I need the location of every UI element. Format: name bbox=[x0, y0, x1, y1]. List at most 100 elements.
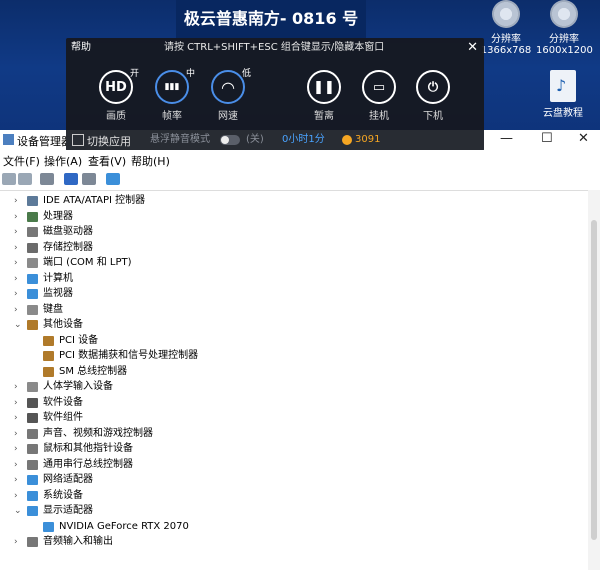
chevron-right-icon[interactable]: › bbox=[14, 240, 18, 256]
switch-app-icon bbox=[72, 134, 84, 146]
back-arrow-icon[interactable] bbox=[2, 173, 16, 185]
chevron-right-icon[interactable]: › bbox=[14, 488, 18, 504]
scrollbar-thumb[interactable] bbox=[591, 220, 597, 540]
device-icon bbox=[27, 428, 38, 439]
device-icon bbox=[27, 397, 38, 408]
network-speed-button[interactable]: ◠ 低 网速 bbox=[208, 69, 251, 122]
tree-row-label: 计算机 bbox=[43, 272, 73, 284]
toggle-state-text: (关) bbox=[246, 134, 264, 145]
chevron-right-icon[interactable]: › bbox=[14, 410, 18, 426]
menu-action[interactable]: 操作(A) bbox=[44, 153, 82, 169]
tree-row[interactable]: › 软件设备 bbox=[0, 395, 570, 411]
minimize-button[interactable]: — bbox=[500, 131, 513, 146]
overlay-help-link[interactable]: 帮助 bbox=[71, 38, 91, 58]
device-icon bbox=[27, 289, 38, 299]
device-icon bbox=[27, 506, 38, 516]
device-icon bbox=[27, 382, 38, 392]
tree-row-label: 网络适配器 bbox=[43, 474, 93, 485]
tree-row[interactable]: › IDE ATA/ATAPI 控制器 bbox=[0, 193, 570, 209]
chevron-right-icon[interactable]: › bbox=[14, 457, 18, 473]
chevron-down-icon[interactable]: ⌄ bbox=[14, 503, 22, 519]
view-icon[interactable] bbox=[82, 173, 96, 185]
tree-row[interactable]: › 端口 (COM 和 LPT) bbox=[0, 255, 570, 271]
device-icon bbox=[43, 351, 54, 361]
chevron-right-icon[interactable]: › bbox=[14, 286, 18, 302]
chevron-right-icon[interactable]: › bbox=[14, 395, 18, 411]
desktop-icon-res-1600[interactable]: 分辨率 1600x1200 bbox=[536, 0, 593, 56]
chevron-right-icon[interactable]: › bbox=[14, 302, 18, 318]
tree-row[interactable]: PCI 数据捕获和信号处理控制器 bbox=[0, 348, 570, 364]
device-icon bbox=[27, 490, 38, 501]
properties-icon[interactable] bbox=[40, 173, 54, 185]
tree-row[interactable]: › 键盘 bbox=[0, 302, 570, 318]
silent-mode-toggle[interactable] bbox=[220, 135, 240, 145]
desktop-icon-cloud-tutorial[interactable]: 云盘教程 bbox=[538, 70, 588, 119]
tree-row[interactable]: › 系统设备 bbox=[0, 488, 570, 504]
tree-row[interactable]: › 磁盘驱动器 bbox=[0, 224, 570, 240]
switch-app-button[interactable]: 切换应用 bbox=[72, 133, 131, 149]
tree-row-label: 鼠标和其他指针设备 bbox=[43, 443, 133, 454]
desktop-icon-label: 云盘教程 bbox=[543, 108, 583, 119]
window-title: 设备管理器 bbox=[17, 135, 72, 148]
chevron-right-icon[interactable]: › bbox=[14, 209, 18, 225]
device-icon bbox=[27, 537, 38, 547]
pause-button[interactable]: ❚❚ 暂离 bbox=[304, 70, 344, 122]
desktop-icon-label: 分辨率 bbox=[549, 34, 579, 45]
chevron-right-icon[interactable]: › bbox=[14, 472, 18, 488]
menu-help[interactable]: 帮助(H) bbox=[131, 153, 170, 169]
chevron-right-icon[interactable]: › bbox=[14, 193, 18, 209]
quality-button[interactable]: HD 开 画质 bbox=[96, 69, 139, 122]
vertical-scrollbar[interactable] bbox=[588, 190, 600, 570]
chevron-right-icon[interactable]: › bbox=[14, 255, 18, 271]
tree-row-label: 软件组件 bbox=[43, 412, 83, 423]
maximize-button[interactable]: ☐ bbox=[541, 131, 553, 146]
tree-row[interactable]: › 人体学输入设备 bbox=[0, 379, 570, 395]
tree-row[interactable]: › 计算机 bbox=[0, 271, 570, 287]
device-icon bbox=[43, 521, 54, 532]
overlay-hint-text: 请按 CTRL+SHIFT+ESC 组合键显示/隐藏本窗口 bbox=[164, 42, 385, 53]
tree-row-label: 键盘 bbox=[43, 303, 63, 315]
tree-row[interactable]: SM 总线控制器 bbox=[0, 364, 570, 380]
tree-row-label: 监视器 bbox=[43, 288, 73, 299]
tree-row[interactable]: › 处理器 bbox=[0, 209, 570, 225]
forward-arrow-icon[interactable] bbox=[18, 173, 32, 185]
tree-row[interactable]: › 声音、视频和游戏控制器 bbox=[0, 426, 570, 442]
chevron-right-icon[interactable]: › bbox=[14, 224, 18, 240]
tree-row[interactable]: › 软件组件 bbox=[0, 410, 570, 426]
menu-view[interactable]: 查看(V) bbox=[88, 153, 126, 169]
scan-hardware-icon[interactable] bbox=[106, 173, 120, 185]
tree-row-label: NVIDIA GeForce RTX 2070 bbox=[59, 520, 189, 532]
tree-row[interactable]: › 通用串行总线控制器 bbox=[0, 457, 570, 473]
tree-row[interactable]: ⌄ 其他设备 bbox=[0, 317, 570, 333]
tree-row[interactable]: PCI 设备 bbox=[0, 333, 570, 349]
tree-row[interactable]: › 音频输入和输出 bbox=[0, 534, 570, 550]
framerate-button[interactable]: ▮▮▮ 中 帧率 bbox=[152, 69, 195, 122]
tree-row[interactable]: › 网络适配器 bbox=[0, 472, 570, 488]
chevron-down-icon[interactable]: ⌄ bbox=[14, 317, 22, 333]
chevron-right-icon[interactable]: › bbox=[14, 379, 18, 395]
switch-app-label: 切换应用 bbox=[87, 135, 131, 148]
tree-row-label: PCI 设备 bbox=[59, 334, 99, 346]
help-icon[interactable] bbox=[64, 173, 78, 185]
chevron-right-icon[interactable]: › bbox=[14, 271, 18, 287]
menu-file[interactable]: 文件(F) bbox=[3, 153, 40, 169]
chevron-right-icon[interactable]: › bbox=[14, 534, 18, 550]
tree-row[interactable]: NVIDIA GeForce RTX 2070 bbox=[0, 519, 570, 535]
logoff-button[interactable]: ⏻ 下机 bbox=[413, 70, 453, 122]
tree-row[interactable]: › 鼠标和其他指针设备 bbox=[0, 441, 570, 457]
quality-label: 画质 bbox=[106, 111, 126, 122]
chevron-right-icon[interactable]: › bbox=[14, 426, 18, 442]
close-window-button[interactable]: ✕ bbox=[578, 131, 589, 146]
tree-row[interactable]: › 存储控制器 bbox=[0, 240, 570, 256]
framerate-label: 帧率 bbox=[162, 111, 182, 122]
chevron-right-icon[interactable]: › bbox=[14, 441, 18, 457]
idle-button[interactable]: ▭ 挂机 bbox=[359, 70, 399, 122]
device-icon bbox=[27, 196, 38, 206]
device-manager-icon bbox=[3, 134, 14, 145]
gear-icon bbox=[492, 0, 520, 28]
overlay-close-icon[interactable]: ✕ bbox=[467, 38, 478, 58]
tree-row[interactable]: › 监视器 bbox=[0, 286, 570, 302]
tree-row[interactable]: ⌄ 显示适配器 bbox=[0, 503, 570, 519]
desktop-icon-res-1366[interactable]: 分辨率 1366x768 bbox=[478, 0, 534, 56]
device-icon bbox=[27, 258, 38, 268]
